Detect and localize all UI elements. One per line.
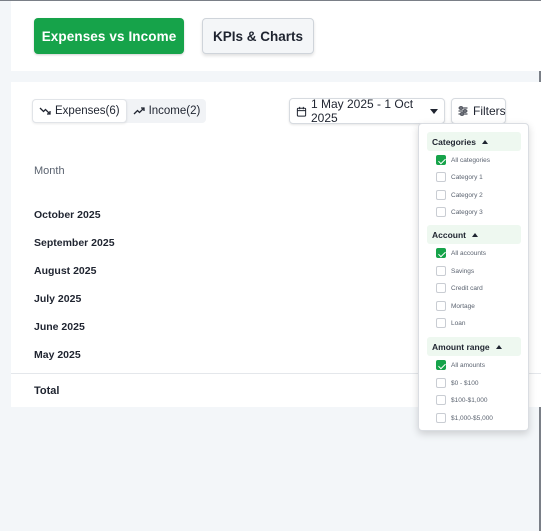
filter-option-label: Loan [451, 319, 466, 327]
filter-option[interactable]: Credit card [436, 282, 483, 294]
tab-expenses-vs-income[interactable]: Expenses vs Income [34, 18, 184, 54]
filter-option-label: $0 - $100 [451, 379, 479, 387]
checkbox[interactable] [436, 172, 446, 182]
calendar-icon [296, 106, 307, 117]
series-toggle-group: Expenses(6) Income(2) [32, 99, 207, 123]
checkbox[interactable] [436, 207, 446, 217]
date-range-picker[interactable]: 1 May 2025 - 1 Oct 2025 [289, 97, 445, 125]
expenses-toggle[interactable]: Expenses(6) [32, 99, 127, 123]
trend-down-icon [39, 107, 51, 115]
table-row: September 2025 [34, 237, 115, 249]
income-toggle[interactable]: Income(2) [127, 99, 207, 123]
expenses-toggle-label: Expenses(6) [55, 105, 120, 117]
checkbox[interactable] [436, 301, 446, 311]
checkbox[interactable] [436, 395, 446, 405]
filter-option[interactable]: All categories [436, 154, 490, 166]
table-row: June 2025 [34, 321, 85, 333]
filter-option[interactable]: Category 1 [436, 171, 483, 183]
checkbox-checked[interactable] [436, 155, 446, 165]
income-toggle-label: Income(2) [148, 105, 201, 117]
chevron-up-icon [495, 344, 502, 349]
filter-option-label: Category 1 [451, 173, 483, 181]
filters-label: Filters [473, 104, 506, 118]
date-range-label: 1 May 2025 - 1 Oct 2025 [311, 97, 414, 125]
filter-option[interactable]: $100-$1,000 [436, 394, 488, 406]
amount-range-section-header[interactable]: Amount range [427, 337, 521, 356]
filters-dropdown: Categories All categories Category 1 Cat… [418, 123, 529, 431]
table-row: May 2025 [34, 349, 81, 361]
tab-bar: Expenses vs Income KPIs & Charts [11, 1, 541, 71]
filter-option-label: Mortage [451, 302, 475, 310]
chevron-up-icon [472, 232, 478, 237]
checkbox[interactable] [436, 413, 446, 423]
tab-kpis-charts[interactable]: KPIs & Charts [202, 18, 314, 54]
account-title: Account [432, 229, 466, 240]
checkbox[interactable] [436, 266, 446, 276]
filter-option-label: $100-$1,000 [451, 396, 488, 404]
total-row-label: Total [34, 385, 60, 397]
chevron-up-icon [481, 139, 488, 144]
table-row: October 2025 [34, 209, 101, 221]
amount-range-title: Amount range [432, 341, 490, 352]
table-row: August 2025 [34, 265, 97, 277]
filter-option[interactable]: $1,000-$5,000 [436, 412, 493, 424]
filter-option[interactable]: Loan [436, 317, 465, 329]
filter-option[interactable]: All accounts [436, 247, 486, 259]
filter-option[interactable]: Category 2 [436, 189, 483, 201]
checkbox[interactable] [436, 283, 446, 293]
filter-option-label: All amounts [451, 361, 485, 369]
trend-up-icon [133, 107, 145, 115]
account-section-header[interactable]: Account [427, 225, 521, 244]
filter-option[interactable]: Mortage [436, 300, 475, 312]
chevron-down-icon [430, 108, 438, 114]
table-row: July 2025 [34, 293, 82, 305]
checkbox-checked[interactable] [436, 360, 446, 370]
filter-option-label: Category 2 [451, 191, 483, 199]
filter-option-label: Credit card [451, 284, 483, 292]
filter-option-label: All accounts [451, 249, 487, 257]
checkbox[interactable] [436, 378, 446, 388]
filter-option[interactable]: Category 3 [436, 206, 483, 218]
filter-option-label: $1,000-$5,000 [451, 414, 493, 422]
filter-option[interactable]: Savings [436, 265, 474, 277]
categories-title: Categories [432, 136, 476, 147]
checkbox[interactable] [436, 318, 446, 328]
filter-option-label: Savings [451, 267, 475, 275]
filter-option[interactable]: $0 - $100 [436, 377, 478, 389]
checkbox-checked[interactable] [436, 248, 446, 258]
filter-option-label: Category 3 [451, 208, 483, 216]
filters-button[interactable]: Filters [451, 98, 506, 124]
month-column-header: Month [34, 165, 65, 177]
checkbox[interactable] [436, 190, 446, 200]
categories-section-header[interactable]: Categories [427, 132, 521, 151]
sliders-icon [458, 106, 468, 116]
filter-option[interactable]: All amounts [436, 359, 485, 371]
filter-option-label: All categories [451, 156, 491, 164]
